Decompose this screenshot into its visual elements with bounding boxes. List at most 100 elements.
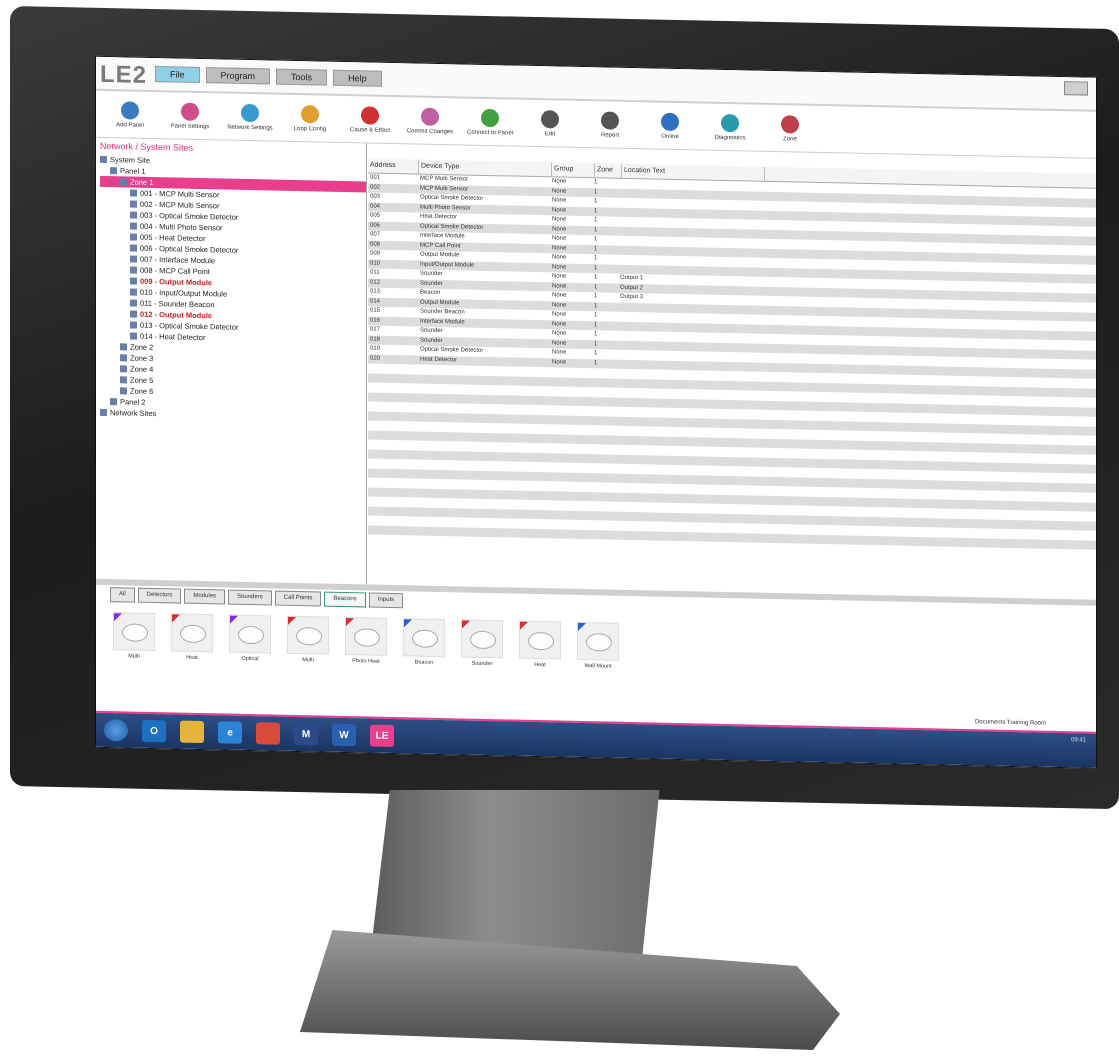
tree-item-label: Zone 5 [130,375,154,386]
category-corner-marker [520,621,528,630]
menu-tab-program[interactable]: Program [205,67,271,85]
device-label: Heat [186,654,198,661]
palette-device[interactable]: Multi [110,612,158,660]
detector-icon [296,626,322,646]
tree-node-icon [130,233,137,241]
ribbon-button-1[interactable]: Panel Settings [162,102,218,130]
table-cell: 1 [594,312,598,319]
menu-tab-help[interactable]: Help [333,69,382,87]
palette-tab[interactable]: Detectors [137,587,182,604]
tree-node-icon [130,255,137,263]
tree-item-label: System Site [110,155,151,165]
table-cell: 1 [594,226,598,233]
manual-icon[interactable]: M [294,722,318,746]
tree-node-icon [130,189,137,197]
ribbon-button-label: Commit Changes [406,127,454,135]
ribbon-button-label: Online [661,133,679,140]
tree-item-label: Zone 4 [130,364,154,375]
start-orb-icon[interactable] [104,718,128,742]
category-corner-marker [230,615,238,624]
palette-device[interactable]: Wall Mount [574,621,622,670]
le2-taskbar-icon[interactable]: LE [370,724,394,748]
table-cell: 020 [370,355,381,362]
category-corner-marker [288,616,296,625]
palette-tab[interactable]: Sounders [228,589,272,606]
detector-icon [238,625,264,645]
column-location-text[interactable]: Location Text [622,163,765,181]
palette-tab[interactable]: Call Points [274,590,322,607]
gear-icon [181,102,199,121]
table-cell: 1 [594,331,598,338]
ribbon-button-7[interactable]: Edit [522,109,578,137]
ribbon-button-4[interactable]: Cause & Effect [342,105,398,133]
category-corner-marker [114,613,122,622]
palette-tab[interactable]: All [110,587,135,603]
palette-device[interactable]: Heat [516,620,564,669]
column-device-type[interactable]: Device Type [419,159,552,177]
device-label: Photo Heat [352,658,380,665]
ribbon-button-label: Zone [783,135,797,142]
online-icon [661,112,679,131]
folder-icon[interactable] [180,720,204,744]
menu-tab-file[interactable]: File [155,66,200,83]
connect-icon [481,108,499,127]
zone-icon [781,114,799,134]
ribbon-button-3[interactable]: Loop Config [282,104,338,132]
ribbon-button-label: Edit [544,130,556,137]
column-address[interactable]: Address [368,158,419,174]
device-grid: Address Device Type Group Zone Location … [368,158,1096,598]
grid-body: 001 MCP Multi Sensor None 1 002 MCP Multi Sen… [368,173,1096,550]
palette-device[interactable]: Optical [226,614,274,663]
ribbon-button-6[interactable]: Connect to Panel [462,108,518,136]
outlook-icon[interactable]: O [142,719,166,743]
ribbon-button-9[interactable]: Online [642,112,698,140]
ribbon-button-label: Diagnostics [714,134,746,141]
device-thumbnail [345,617,387,656]
ribbon-button-8[interactable]: Report [582,110,638,138]
table-cell: 1 [594,359,598,366]
palette-tab[interactable]: Modules [184,588,226,605]
category-corner-marker [462,620,470,629]
table-cell: 1 [594,264,598,271]
tree-node-icon [120,178,127,186]
tree-node-icon [130,211,137,219]
ie-icon[interactable]: e [218,721,242,744]
table-cell: 1 [594,236,598,243]
tree-node-icon [130,310,137,318]
column-group[interactable]: Group [552,162,595,178]
palette-device[interactable]: Heat [168,613,216,661]
word-icon[interactable]: W [332,723,356,747]
palette-tab[interactable]: Beacons [324,591,366,608]
device-thumbnail [403,618,445,658]
tree-node-icon [130,244,137,252]
tree-node-icon [120,376,127,384]
palette-device[interactable]: Sounder [458,619,506,667]
system-tray-clock[interactable]: 09:41 [1071,737,1086,743]
table-cell: 1 [594,321,598,328]
chrome-icon[interactable] [256,722,280,745]
device-thumbnail [519,620,561,660]
screen: LE2 File Program Tools Help Add Panel Pan… [95,55,1097,769]
palette-tab[interactable]: Inputs [368,592,404,609]
ribbon-button-11[interactable]: Zone [762,114,818,142]
palette-device[interactable]: Beacon [400,618,448,666]
tree-node-icon [120,365,127,373]
ribbon-button-label: Cause & Effect [350,126,390,134]
edit-icon [541,109,559,128]
left-panel: Network / System Sites System Site Panel … [96,137,367,584]
column-zone[interactable]: Zone [595,163,622,178]
ribbon-button-0[interactable]: Add Panel [102,100,158,128]
palette-device[interactable]: Multi [284,615,332,664]
palette-device[interactable]: Photo Heat [342,617,390,665]
device-label: Wall Mount [584,663,612,670]
ribbon-button-2[interactable]: Network Settings [222,103,278,131]
menu-tab-tools[interactable]: Tools [276,68,328,86]
window-controls[interactable] [1064,81,1088,96]
ribbon-button-5[interactable]: Commit Changes [402,107,458,135]
tree-node-icon [130,222,137,230]
device-label: Optical [241,655,259,663]
device-palette: All Detectors Modules Sounders Call Points Be… [96,587,1096,718]
tree-node-icon [130,321,137,329]
tree-node-icon [110,167,117,175]
ribbon-button-10[interactable]: Diagnostics [702,113,758,141]
